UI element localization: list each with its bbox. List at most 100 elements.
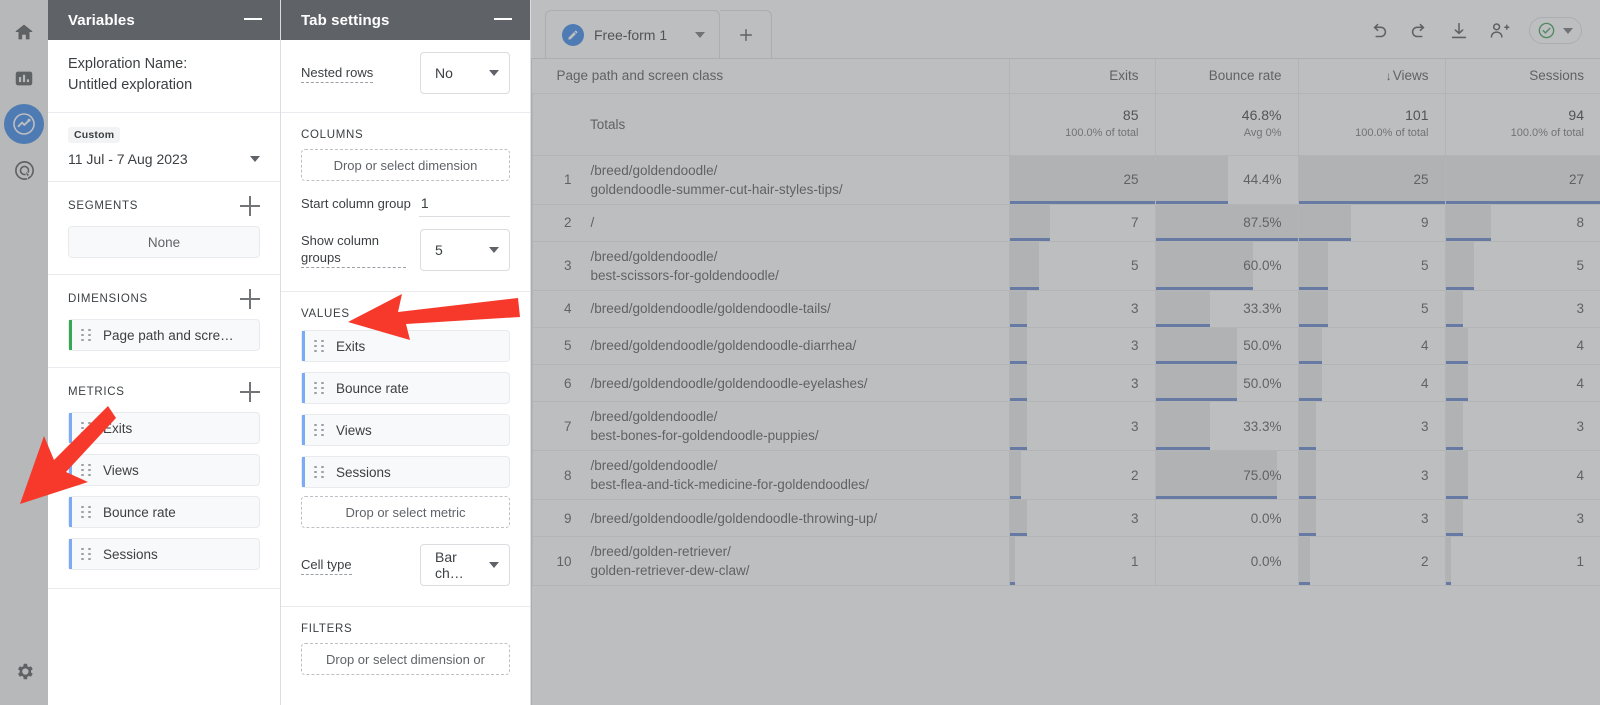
row-dimension[interactable]: /breed/goldendoodle/best-flea-and-tick-m… <box>580 450 1009 501</box>
add-dimension-button[interactable] <box>240 289 260 309</box>
cell-type-select[interactable]: Bar ch… <box>420 544 510 586</box>
row-rank: 6 <box>532 364 581 403</box>
gear-icon[interactable] <box>4 651 44 691</box>
table-row[interactable]: 9/breed/goldendoodle/goldendoodle-throwi… <box>532 499 1600 538</box>
row-metric-cell: 27 <box>1444 155 1600 205</box>
dimension-item[interactable]: Page path and scre… <box>68 319 260 351</box>
table-row[interactable]: 7/breed/goldendoodle/best-bones-for-gold… <box>532 401 1600 452</box>
table-row[interactable]: 3/breed/goldendoodle/best-scissors-for-g… <box>532 241 1600 291</box>
drag-handle-icon[interactable] <box>81 547 91 561</box>
column-header-sessions[interactable]: Sessions <box>1444 59 1600 94</box>
left-nav-rail <box>0 0 48 705</box>
bar-chart-fill <box>1299 290 1328 327</box>
home-icon[interactable] <box>4 12 44 52</box>
bar-chart-fill <box>1446 241 1475 290</box>
advertising-icon[interactable] <box>4 150 44 190</box>
values-drop-target[interactable]: Drop or select metric <box>301 496 510 528</box>
table-row[interactable]: 8/breed/goldendoodle/best-flea-and-tick-… <box>532 450 1600 501</box>
row-dimension[interactable]: /breed/goldendoodle/goldendoodle-throwin… <box>580 499 1009 538</box>
drag-handle-icon[interactable] <box>314 339 324 353</box>
row-dimension[interactable]: /breed/goldendoodle/best-bones-for-golde… <box>580 401 1009 452</box>
table-row[interactable]: 2/ 7 87.5% 9 8 <box>532 204 1600 242</box>
drag-handle-icon[interactable] <box>81 463 91 477</box>
metric-item-bounce-rate[interactable]: Bounce rate <box>68 496 260 528</box>
chevron-down-icon[interactable] <box>695 31 706 38</box>
row-dimension[interactable]: / <box>580 204 1009 242</box>
totals-value: 101 <box>1405 106 1429 123</box>
row-metric-value: 8 <box>1576 215 1584 231</box>
metric-item-sessions[interactable]: Sessions <box>68 538 260 570</box>
metric-item-exits[interactable]: Exits <box>68 412 260 444</box>
bar-chart-fill <box>1010 500 1027 536</box>
row-metric-value: 2 <box>1420 553 1429 569</box>
drag-handle-icon[interactable] <box>81 421 91 435</box>
segment-item-none[interactable]: None <box>68 226 260 258</box>
table-row[interactable]: 4/breed/goldendoodle/goldendoodle-tails/… <box>532 290 1600 328</box>
bar-chart-fill <box>1446 500 1463 536</box>
add-segment-button[interactable] <box>240 196 260 216</box>
bar-chart-fill <box>1446 327 1469 364</box>
table-row[interactable]: 10/breed/golden-retriever/golden-retriev… <box>532 536 1600 587</box>
table-body: Totals 85 100.0% of total 46.8% Avg 0% 101 100… <box>532 93 1600 587</box>
share-icon[interactable] <box>1488 19 1511 42</box>
row-rank: 10 <box>532 536 581 587</box>
date-range-picker[interactable]: 11 Jul - 7 Aug 2023 <box>68 151 260 167</box>
drag-handle-icon[interactable] <box>314 423 324 437</box>
add-tab-button[interactable] <box>720 10 773 58</box>
drag-handle-icon[interactable] <box>314 465 324 479</box>
drag-handle-icon[interactable] <box>81 505 91 519</box>
value-item-sessions[interactable]: Sessions <box>301 456 510 488</box>
table-row[interactable]: 6/breed/goldendoodle/goldendoodle-eyelas… <box>532 364 1600 403</box>
column-header-exits[interactable]: Exits <box>1008 59 1155 94</box>
totals-subtext: Avg 0% <box>1243 127 1282 140</box>
collapse-icon[interactable] <box>494 17 512 20</box>
drag-handle-icon[interactable] <box>314 381 324 395</box>
explore-icon[interactable] <box>4 104 44 144</box>
column-header-views[interactable]: ↓Views <box>1297 59 1445 94</box>
undo-icon[interactable] <box>1368 20 1390 42</box>
bar-chart-fill <box>1446 451 1469 499</box>
nested-rows-select[interactable]: No <box>420 52 510 94</box>
columns-drop-target[interactable]: Drop or select dimension <box>301 149 510 181</box>
bar-chart-fill <box>1156 155 1228 203</box>
value-item-exits[interactable]: Exits <box>301 330 510 362</box>
table-row[interactable]: 5/breed/goldendoodle/goldendoodle-diarrh… <box>532 327 1600 366</box>
redo-icon[interactable] <box>1408 20 1430 42</box>
start-column-group-field[interactable]: Start column group 1 <box>301 195 510 217</box>
collapse-icon[interactable] <box>244 17 262 20</box>
bar-chart-fill <box>1299 204 1352 241</box>
row-rank: 9 <box>532 499 581 538</box>
row-dimension[interactable]: /breed/goldendoodle/goldendoodle-eyelash… <box>580 364 1009 403</box>
show-column-groups-select[interactable]: 5 <box>420 229 510 271</box>
metric-item-views[interactable]: Views <box>68 454 260 486</box>
row-metric-value: 4 <box>1576 467 1584 483</box>
columns-section: COLUMNS Drop or select dimension Start c… <box>281 113 530 292</box>
add-metric-button[interactable] <box>240 382 260 402</box>
table-row[interactable]: 1/breed/goldendoodle/goldendoodle-summer… <box>532 155 1600 205</box>
row-dimension[interactable]: /breed/goldendoodle/goldendoodle-tails/ <box>580 290 1009 328</box>
row-dimension[interactable]: /breed/goldendoodle/best-scissors-for-go… <box>580 241 1009 291</box>
variables-panel: Variables Exploration Name: Untitled exp… <box>48 0 281 705</box>
bar-chart-fill <box>1010 451 1022 499</box>
status-badge[interactable] <box>1529 17 1582 44</box>
exploration-table-container[interactable]: Page path and screen class Exits Bounce … <box>531 58 1600 705</box>
tab-free-form-1[interactable]: Free-form 1 <box>545 10 721 58</box>
row-dimension[interactable]: /breed/goldendoodle/goldendoodle-summer-… <box>580 155 1009 205</box>
filters-drop-target[interactable]: Drop or select dimension or <box>301 643 510 675</box>
drag-handle-icon[interactable] <box>81 328 91 342</box>
row-dimension[interactable]: /breed/golden-retriever/golden-retriever… <box>580 536 1009 587</box>
date-range-chip: Custom <box>68 127 121 143</box>
bar-chart-fill <box>1446 204 1492 241</box>
row-metric-cell: 50.0% <box>1154 364 1298 403</box>
reports-icon[interactable] <box>4 58 44 98</box>
totals-cell: 94 100.0% of total <box>1444 93 1600 156</box>
value-item-bounce-rate[interactable]: Bounce rate <box>301 372 510 404</box>
bar-chart-fill <box>1299 402 1317 450</box>
download-icon[interactable] <box>1448 20 1470 42</box>
column-header-dimension[interactable]: Page path and screen class <box>532 59 1009 94</box>
row-dimension[interactable]: /breed/goldendoodle/goldendoodle-diarrhe… <box>580 327 1009 366</box>
exploration-name-value[interactable]: Untitled exploration <box>68 75 260 96</box>
value-item-views[interactable]: Views <box>301 414 510 446</box>
chevron-down-icon <box>250 156 260 162</box>
column-header-bounce-rate[interactable]: Bounce rate <box>1154 59 1298 94</box>
